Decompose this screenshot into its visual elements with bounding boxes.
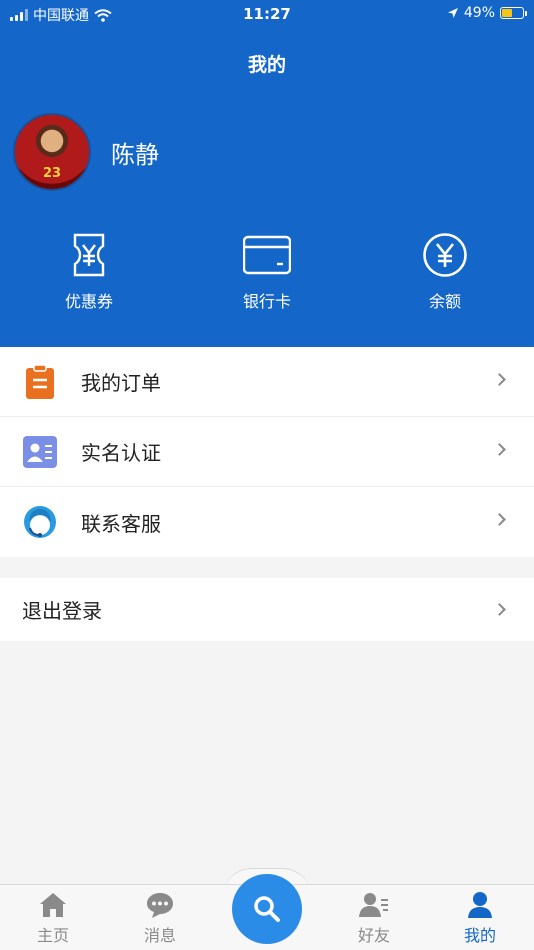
menu-item-customer-service[interactable]: 联系客服 — [0, 487, 534, 557]
wallet-balance[interactable]: 余额 — [356, 232, 534, 312]
wallet-coupon-label: 优惠券 — [64, 292, 113, 311]
menu-item-orders[interactable]: 我的订单 — [0, 347, 534, 417]
menu-list: 我的订单 实名认证 联系客服 — [0, 347, 534, 557]
status-bar: 中国联通 11:27 49% — [0, 0, 534, 28]
user-name: 陈静 — [111, 140, 159, 169]
logout-label: 退出登录 — [22, 599, 102, 623]
chevron-right-icon — [493, 443, 506, 456]
tab-mine-label: 我的 — [463, 926, 496, 945]
tab-messages[interactable]: 消息 — [125, 891, 195, 946]
tab-mine[interactable]: 我的 — [445, 891, 515, 946]
coupon-icon — [73, 233, 105, 277]
tab-messages-label: 消息 — [143, 926, 176, 945]
tab-home[interactable]: 主页 — [18, 891, 88, 946]
menu-item-verification-label: 实名认证 — [81, 441, 161, 465]
wallet-section: 优惠券 银行卡 余额 — [0, 232, 534, 312]
tab-friends-label: 好友 — [357, 926, 390, 945]
home-icon — [40, 893, 66, 917]
user-icon — [468, 892, 492, 918]
logout-row[interactable]: 退出登录 — [0, 578, 534, 641]
user-profile[interactable]: 23 陈静 — [13, 113, 159, 191]
wallet-coupon[interactable]: 优惠券 — [0, 232, 178, 312]
wallet-balance-label: 余额 — [428, 292, 461, 311]
chevron-right-icon — [493, 373, 506, 386]
avatar[interactable]: 23 — [13, 113, 91, 191]
menu-item-orders-label: 我的订单 — [81, 371, 161, 395]
menu-item-customer-service-label: 联系客服 — [81, 511, 161, 536]
chevron-right-icon — [493, 513, 506, 526]
battery-icon — [500, 7, 527, 19]
id-card-icon — [23, 436, 57, 468]
search-icon — [254, 896, 280, 922]
page-title: 我的 — [247, 54, 286, 76]
chevron-right-icon — [493, 603, 506, 616]
wallet-bank-card-label: 银行卡 — [242, 292, 291, 311]
location-arrow-icon — [447, 8, 458, 18]
profile-header: 中国联通 11:27 49% 我的 23 陈静 优惠券 银行卡 余额 — [0, 0, 534, 347]
yen-coin-icon — [423, 233, 467, 277]
battery-percent: 49% — [463, 5, 495, 21]
message-icon — [147, 893, 173, 918]
avatar-jersey-number: 23 — [42, 166, 62, 181]
menu-item-verification[interactable]: 实名认证 — [0, 417, 534, 487]
wallet-bank-card[interactable]: 银行卡 — [178, 232, 356, 312]
customer-service-icon — [24, 506, 56, 538]
search-button[interactable] — [232, 874, 302, 944]
bank-card-icon — [243, 235, 291, 275]
tab-friends[interactable]: 好友 — [339, 891, 409, 946]
tab-home-label: 主页 — [36, 926, 69, 945]
clipboard-icon — [26, 364, 54, 399]
friends-icon — [359, 893, 388, 917]
